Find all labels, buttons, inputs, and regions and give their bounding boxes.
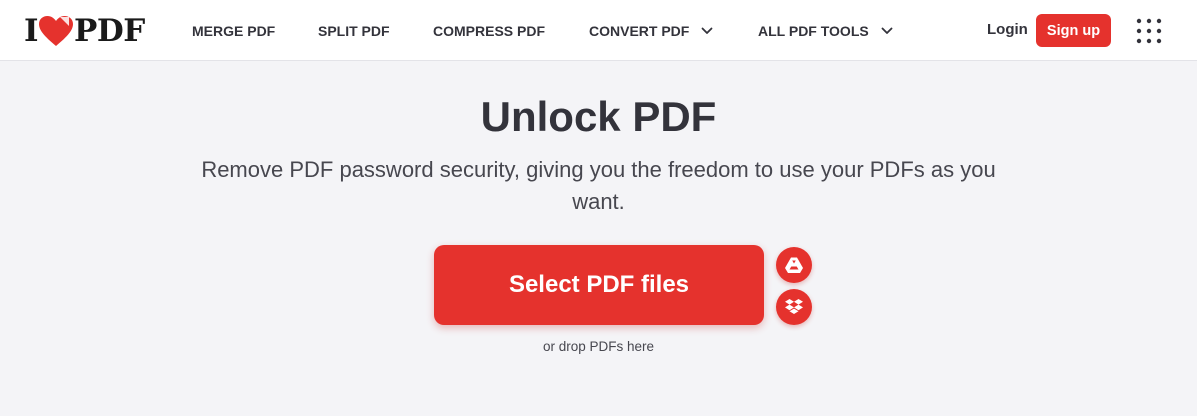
chevron-down-icon [881, 27, 893, 34]
nav-label: MERGE PDF [192, 23, 276, 39]
nav-convert-pdf[interactable]: CONVERT PDF [589, 21, 713, 41]
page-subtitle: Remove PDF password security, giving you… [201, 157, 996, 214]
nav-all-pdf-tools[interactable]: ALL PDF TOOLS [758, 21, 893, 41]
nav-label: ALL PDF TOOLS [758, 23, 869, 39]
signup-label: Sign up [1046, 22, 1101, 39]
ilovepdf-logo[interactable]: I PDF [24, 13, 145, 49]
heart-icon [39, 16, 74, 46]
drop-files-hint: or drop PDFs here [542, 339, 655, 354]
dropbox-button[interactable] [776, 289, 812, 325]
nav-label: CONVERT PDF [589, 23, 690, 39]
nav-merge-pdf[interactable]: MERGE PDF [192, 21, 275, 41]
nav-label: COMPRESS PDF [433, 23, 546, 39]
nav-split-pdf[interactable]: SPLIT PDF [318, 21, 390, 41]
nav-compress-pdf[interactable]: COMPRESS PDF [433, 21, 545, 41]
logo-text-pdf: PDF [74, 13, 145, 49]
select-pdf-files-button[interactable]: Select PDF files [434, 245, 764, 325]
apps-grid-icon[interactable] [1136, 18, 1162, 44]
nav-label: SPLIT PDF [318, 23, 390, 39]
google-drive-icon [785, 257, 803, 273]
login-link[interactable]: Login [987, 21, 1028, 38]
dropbox-icon [785, 299, 803, 314]
signup-button[interactable]: Sign up [1036, 14, 1111, 47]
page-title: Unlock PDF [480, 93, 717, 140]
select-pdf-files-label: Select PDF files [508, 271, 690, 298]
top-header: I PDF MERGE PDF SPLIT PDF COMPRESS PDF C… [0, 0, 1197, 61]
google-drive-button[interactable] [776, 247, 812, 283]
chevron-down-icon [701, 27, 713, 34]
